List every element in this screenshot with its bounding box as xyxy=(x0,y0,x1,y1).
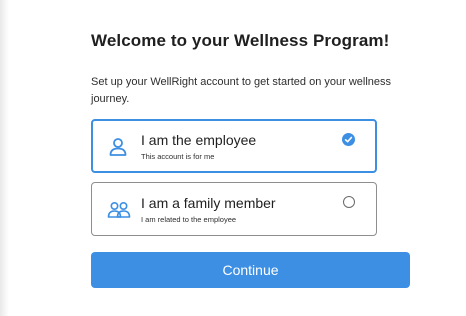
person-icon xyxy=(107,136,129,158)
window-edge-shadow xyxy=(0,0,9,316)
checkmark-icon xyxy=(342,133,355,146)
option-family-member-text: I am a family member I am related to the… xyxy=(141,195,276,225)
option-employee-label: I am the employee xyxy=(141,132,257,148)
option-employee-text: I am the employee This account is for me xyxy=(141,132,256,162)
page: Welcome to your Wellness Program! Set up… xyxy=(0,0,466,316)
radio-unselected-icon[interactable] xyxy=(343,196,355,208)
option-family-member-label: I am a family member xyxy=(141,195,276,211)
people-icon xyxy=(107,199,131,221)
page-subtitle: Set up your WellRight account to get sta… xyxy=(91,76,392,105)
option-family-member-description: I am related to the employee xyxy=(141,215,237,224)
option-employee-description: This account is for me xyxy=(141,152,215,161)
continue-button[interactable]: Continue xyxy=(91,252,410,288)
option-family-member[interactable]: I am a family member I am related to the… xyxy=(91,182,377,236)
page-title: Welcome to your Wellness Program! xyxy=(91,31,390,50)
option-employee[interactable]: I am the employee This account is for me xyxy=(91,119,377,173)
